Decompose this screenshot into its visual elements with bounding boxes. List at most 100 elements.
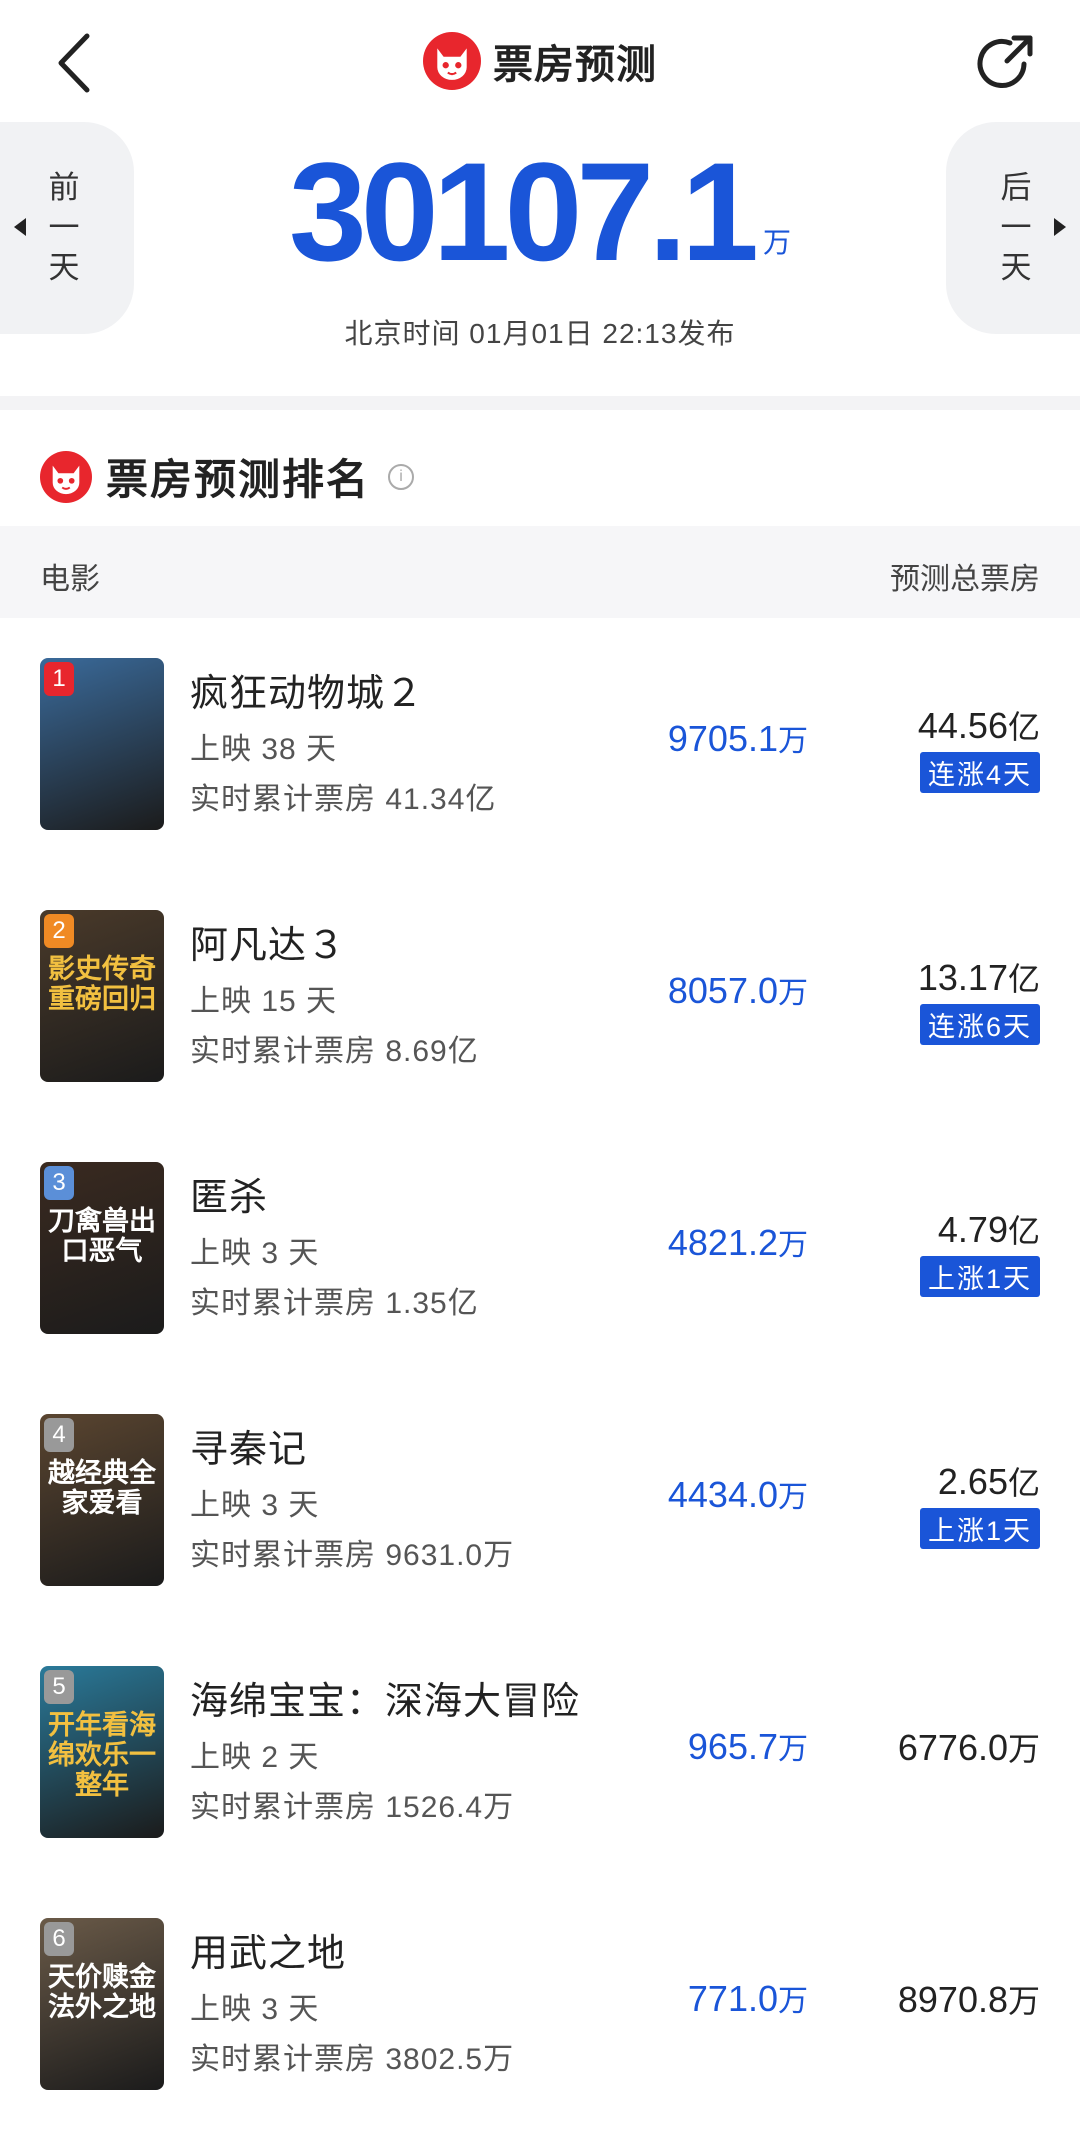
movie-row[interactable]: 4 越经典全家爱看 寻秦记上映 3 天实时累计票房 9631.0万 4434.0万 2.… — [0, 1376, 1080, 1628]
release-days: 上映 3 天 — [190, 1993, 320, 2026]
rank-badge: 5 — [44, 1670, 74, 1704]
movie-poster: 6 天价赎金 法外之地 — [40, 1918, 164, 2090]
predicted-total: 8970.8万 — [898, 1976, 1040, 2022]
daily-forecast-value: 965.7 — [687, 1726, 778, 1767]
total-forecast: 30107.1 万 — [0, 142, 1080, 282]
predicted-total-unit: 万 — [1007, 1731, 1040, 1767]
daily-forecast: 8057.0万 — [668, 968, 808, 1012]
title-group: 票房预测 — [0, 32, 1080, 90]
daily-forecast: 965.7万 — [688, 1724, 808, 1768]
daily-forecast-unit: 万 — [778, 1481, 808, 1514]
poster-text: 刀禽兽出口恶气 — [48, 1206, 156, 1266]
rank-badge: 2 — [44, 914, 74, 948]
predicted-total: 44.56亿 — [918, 702, 1040, 748]
daily-forecast: 9705.1万 — [668, 716, 808, 760]
predicted-total-value: 13.17 — [917, 957, 1008, 998]
movie-title: 寻秦记 — [190, 1429, 308, 1471]
cumulative-box-office: 实时累计票房 9631.0万 — [190, 1539, 515, 1572]
movie-row[interactable]: 6 天价赎金 法外之地 用武之地 上映 3 天实时累计票房 3802.5万 771.0万… — [0, 1880, 1080, 2129]
movie-title: 用武之地 — [190, 1933, 347, 1975]
column-header: 电影 预测总票房 — [0, 526, 1080, 618]
predicted-total-value: 4.79 — [937, 1209, 1008, 1250]
daily-forecast-value: 9705.1 — [667, 718, 778, 759]
total-unit: 万 — [763, 227, 792, 258]
movie-row[interactable]: 5 开年看海绵欢乐一整年 海绵宝宝：深海大冒险上映 2 天实时累计票房 1526.4… — [0, 1628, 1080, 1880]
cumulative-box-office: 实时累计票房 41.34亿 — [190, 783, 497, 816]
predicted-total: 4.79亿 — [938, 1206, 1040, 1252]
movie-poster: 2 影史传奇重磅回归 — [40, 910, 164, 1082]
release-days: 上映 3 天 — [190, 1489, 320, 1522]
column-total: 预测总票房 — [890, 563, 1040, 596]
ranking-title: 票房预测排名 — [106, 456, 371, 503]
poster-text: 开年看海绵欢乐一整年 — [48, 1710, 156, 1800]
predicted-total-unit: 万 — [1007, 1983, 1040, 2019]
poster-text: 影史传奇重磅回归 — [48, 954, 156, 1014]
predicted-total-unit: 亿 — [1007, 1213, 1040, 1249]
publish-time: 北京时间 01月01日 22:13发布 — [344, 318, 736, 349]
cumulative-box-office: 实时累计票房 1526.4万 — [190, 1791, 515, 1824]
top-bar: 票房预测 — [0, 0, 1080, 126]
cumulative-box-office: 实时累计票房 1.35亿 — [190, 1287, 479, 1320]
movie-row[interactable]: 2 影史传奇重磅回归 阿凡达３ 上映 15 天实时累计票房 8.69亿 8057.0万 1… — [0, 872, 1080, 1124]
predicted-total-value: 2.65 — [937, 1461, 1008, 1502]
total-value: 30107.1 — [288, 133, 759, 290]
daily-forecast-unit: 万 — [778, 1733, 808, 1766]
predicted-total-value: 8970.8 — [897, 1979, 1008, 2020]
next-day-label-2: 一 — [1000, 210, 1032, 245]
daily-forecast-value: 771.0 — [687, 1978, 778, 2019]
cumulative-box-office: 实时累计票房 3802.5万 — [190, 2043, 515, 2076]
daily-forecast-unit: 万 — [778, 977, 808, 1010]
next-day-label-1: 后 — [1000, 170, 1032, 205]
next-day-button[interactable]: 后 一 天 — [946, 122, 1080, 334]
movie-row[interactable]: 1 疯狂动物城２ 上映 38 天实时累计票房 41.34亿 9705.1万 44.56亿… — [0, 620, 1080, 872]
daily-forecast-unit: 万 — [778, 1985, 808, 2018]
share-icon — [977, 35, 1033, 88]
movie-poster: 1 — [40, 658, 164, 830]
release-days: 上映 15 天 — [190, 985, 338, 1018]
rank-badge: 3 — [44, 1166, 74, 1200]
predicted-total: 6776.0万 — [898, 1724, 1040, 1770]
trend-badge: 连涨6天 — [919, 1004, 1040, 1045]
daily-forecast: 771.0万 — [688, 1976, 808, 2020]
poster-text: 天价赎金 法外之地 — [48, 1962, 156, 2022]
release-days: 上映 3 天 — [190, 1237, 320, 1270]
movie-poster: 5 开年看海绵欢乐一整年 — [40, 1666, 164, 1838]
page-title: 票房预测 — [493, 43, 657, 87]
cat-logo-icon — [40, 450, 92, 503]
movie-row[interactable]: 3 刀禽兽出口恶气 匿杀上映 3 天实时累计票房 1.35亿 4821.2万 4.79亿… — [0, 1124, 1080, 1376]
cumulative-box-office: 实时累计票房 8.69亿 — [190, 1035, 479, 1068]
caret-right-icon — [1054, 218, 1066, 236]
predicted-total-value: 6776.0 — [897, 1727, 1008, 1768]
movie-title: 阿凡达３ — [190, 925, 347, 967]
predicted-total: 13.17亿 — [918, 954, 1040, 1000]
ranking-header: 票房预测排名 i — [40, 446, 415, 507]
daily-forecast: 4434.0万 — [668, 1472, 808, 1516]
rank-badge: 1 — [44, 662, 74, 696]
predicted-total-unit: 亿 — [1007, 961, 1040, 997]
poster-text: 越经典全家爱看 — [48, 1458, 156, 1518]
predicted-total-unit: 亿 — [1007, 1465, 1040, 1501]
predicted-total-value: 44.56 — [917, 705, 1008, 746]
daily-forecast-value: 4821.2 — [667, 1222, 778, 1263]
trend-badge: 上涨1天 — [919, 1256, 1040, 1297]
daily-forecast-value: 4434.0 — [667, 1474, 778, 1515]
movie-title: 匿杀 — [190, 1177, 269, 1219]
predicted-total: 2.65亿 — [938, 1458, 1040, 1504]
daily-forecast-unit: 万 — [778, 1229, 808, 1262]
info-icon[interactable]: i — [388, 463, 415, 490]
share-button[interactable] — [974, 30, 1040, 96]
predicted-total-unit: 亿 — [1007, 709, 1040, 745]
daily-forecast: 4821.2万 — [668, 1220, 808, 1264]
trend-badge: 上涨1天 — [919, 1508, 1040, 1549]
movie-poster: 4 越经典全家爱看 — [40, 1414, 164, 1586]
section-divider — [0, 396, 1080, 410]
movie-title: 海绵宝宝：深海大冒险 — [190, 1681, 581, 1723]
cat-logo-icon — [423, 32, 481, 90]
movie-title: 疯狂动物城２ — [190, 673, 425, 715]
release-days: 上映 2 天 — [190, 1741, 320, 1774]
daily-forecast-unit: 万 — [778, 725, 808, 758]
rank-badge: 6 — [44, 1922, 74, 1956]
movie-poster: 3 刀禽兽出口恶气 — [40, 1162, 164, 1334]
next-day-label-3: 天 — [1000, 250, 1032, 285]
release-days: 上映 38 天 — [190, 733, 338, 766]
